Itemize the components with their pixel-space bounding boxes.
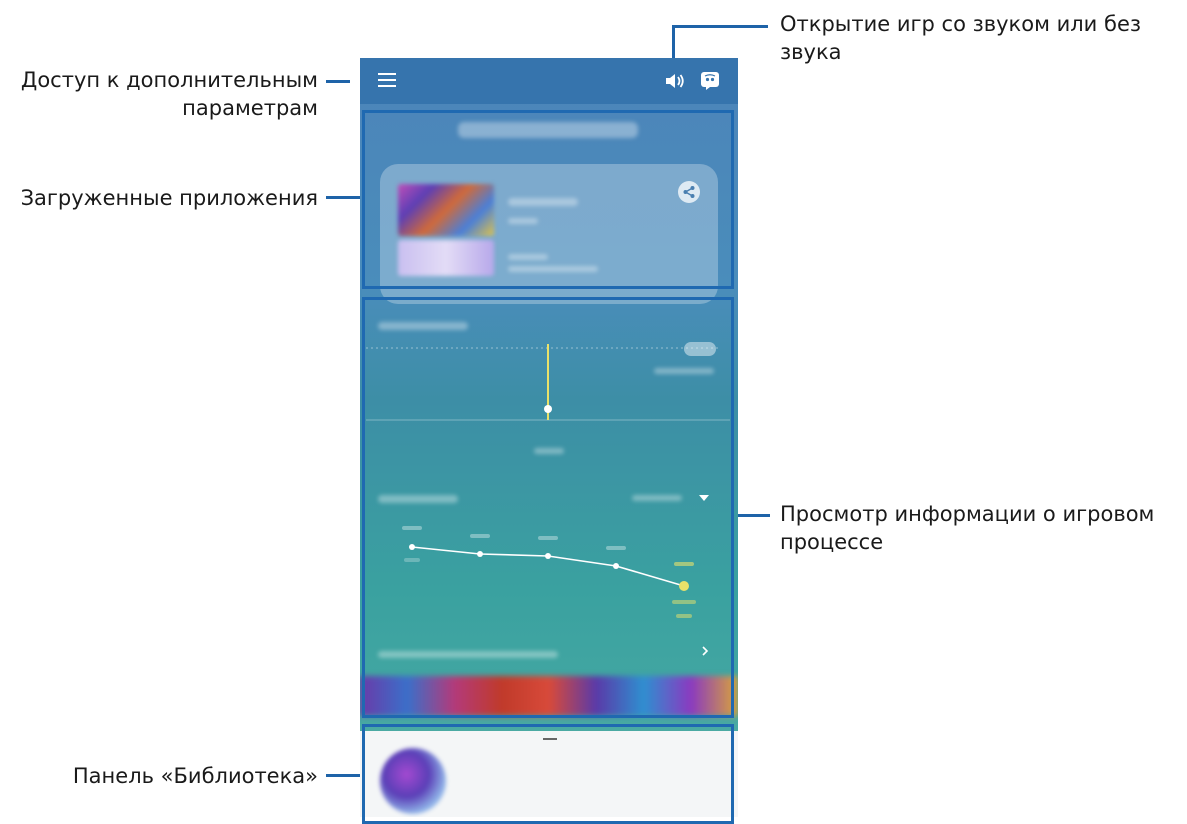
leader-sound-h <box>672 25 768 28</box>
frame-downloaded-apps <box>362 110 734 289</box>
annotation-gameplay-info-text: Просмотр информации о игровом процессе <box>780 502 1155 554</box>
annotation-library-panel: Панель «Библиотека» <box>0 762 318 790</box>
frame-library-panel <box>362 724 734 824</box>
leader-downloaded-apps <box>326 196 364 199</box>
annotation-more-options-text: Доступ к дополнительным параметрам <box>20 68 318 120</box>
frame-gameplay-info <box>362 297 734 718</box>
top-bar <box>360 58 738 104</box>
annotation-more-options: Доступ к дополнительным параметрам <box>0 66 318 122</box>
annotation-downloaded-apps-text: Загруженные приложения <box>20 186 318 210</box>
annotation-sound-toggle: Открытие игр со звуком или без звука <box>780 10 1170 66</box>
leader-gameplay-info <box>734 514 770 517</box>
menu-icon[interactable] <box>378 71 396 89</box>
leader-library-panel <box>326 774 360 777</box>
leader-more-options <box>326 80 350 83</box>
annotation-sound-toggle-text: Открытие игр со звуком или без звука <box>780 12 1142 64</box>
annotation-gameplay-info: Просмотр информации о игровом процессе <box>780 500 1180 556</box>
discord-icon[interactable] <box>700 70 720 90</box>
annotation-library-panel-text: Панель «Библиотека» <box>72 764 318 788</box>
speaker-icon[interactable] <box>664 71 686 91</box>
annotation-downloaded-apps: Загруженные приложения <box>0 184 318 212</box>
